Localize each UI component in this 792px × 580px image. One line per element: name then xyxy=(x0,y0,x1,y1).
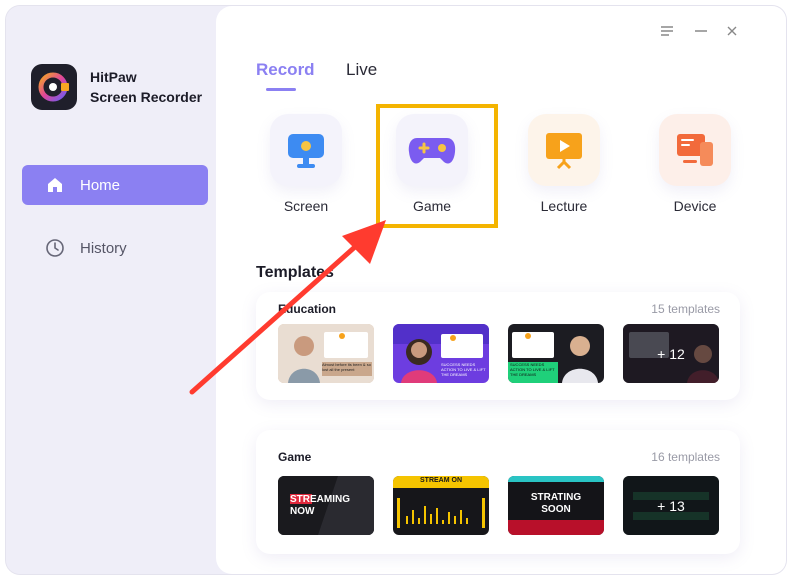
thumb-text: SUCCESS NEEDS ACTION TO LIVE & LIFT THE … xyxy=(510,362,555,376)
card-count: 16 templates xyxy=(651,450,720,464)
monitor-icon xyxy=(288,134,324,168)
template-thumb[interactable]: SUCCESS NEEDS ACTION TO LIVE & LIFT THE … xyxy=(393,324,489,383)
thumb-text: SUCCESS NEEDS ACTION TO LIVE & LIFT THE … xyxy=(441,362,486,376)
template-thumb[interactable]: STREAMING NOW xyxy=(278,476,374,535)
highlight-box xyxy=(376,104,498,228)
template-thumb[interactable]: SUCCESS NEEDS ACTION TO LIVE & LIFT THE … xyxy=(508,324,604,383)
menu-icon[interactable] xyxy=(658,22,676,40)
presentation-icon xyxy=(546,133,582,170)
thumb-text: STREAMING NOW xyxy=(290,494,350,517)
mode-device[interactable]: Device xyxy=(643,114,747,214)
template-thumb-more[interactable]: + 12 xyxy=(623,324,719,383)
templates-title: Templates xyxy=(256,264,334,281)
app-window: HitPaw Screen Recorder Home History Reco… xyxy=(6,6,786,574)
mode-tile xyxy=(528,114,600,186)
thumb-text: Almost before its been & so lost all the… xyxy=(322,362,371,372)
mode-screen[interactable]: Screen xyxy=(254,114,358,214)
sidebar-item-home[interactable]: Home xyxy=(22,165,208,205)
app-name-line1: HitPaw xyxy=(90,69,137,85)
template-thumb[interactable]: STREAM ON xyxy=(393,476,489,535)
card-count: 15 templates xyxy=(651,302,720,316)
template-thumb[interactable]: Almost before its been & so lost all the… xyxy=(278,324,374,383)
clock-icon xyxy=(44,237,66,259)
template-thumb-more[interactable]: + 13 xyxy=(623,476,719,535)
app-name-line2: Screen Recorder xyxy=(90,89,203,105)
card-title: Education xyxy=(278,302,337,316)
more-count: + 12 xyxy=(623,324,719,383)
mode-label: Screen xyxy=(283,198,329,214)
app-logo xyxy=(31,64,77,110)
sidebar-item-label: History xyxy=(80,239,127,257)
home-icon xyxy=(44,174,66,196)
template-card-education: Education 15 templates Almost before its… xyxy=(256,292,740,400)
mode-lecture[interactable]: Lecture xyxy=(512,114,616,214)
tab-live[interactable]: Live xyxy=(346,60,377,80)
mode-tile xyxy=(659,114,731,186)
template-card-game: Game 16 templates STREAMING NOW STREAM O… xyxy=(256,430,740,554)
logo-icon xyxy=(38,72,69,102)
app-name: HitPaw Screen Recorder xyxy=(90,67,202,107)
sidebar-item-history[interactable]: History xyxy=(22,228,208,268)
tab-record-underline xyxy=(266,88,296,91)
mode-label: Device xyxy=(673,198,717,214)
mode-label: Lecture xyxy=(540,198,588,214)
device-icon xyxy=(677,134,713,166)
template-thumb[interactable]: STRATING SOON xyxy=(508,476,604,535)
thumb-text: STREAM ON xyxy=(420,477,462,484)
mode-tile xyxy=(270,114,342,186)
sidebar: HitPaw Screen Recorder Home History xyxy=(6,6,216,574)
minimize-icon[interactable] xyxy=(692,22,710,40)
close-icon[interactable] xyxy=(723,22,741,40)
tab-record[interactable]: Record xyxy=(256,60,315,80)
sidebar-item-label: Home xyxy=(80,176,121,194)
card-title: Game xyxy=(278,450,312,464)
thumb-text: STRATING SOON xyxy=(530,492,582,515)
more-count: + 13 xyxy=(623,476,719,535)
main-panel: Record Live Screen Game Lecture Device T… xyxy=(216,6,786,574)
